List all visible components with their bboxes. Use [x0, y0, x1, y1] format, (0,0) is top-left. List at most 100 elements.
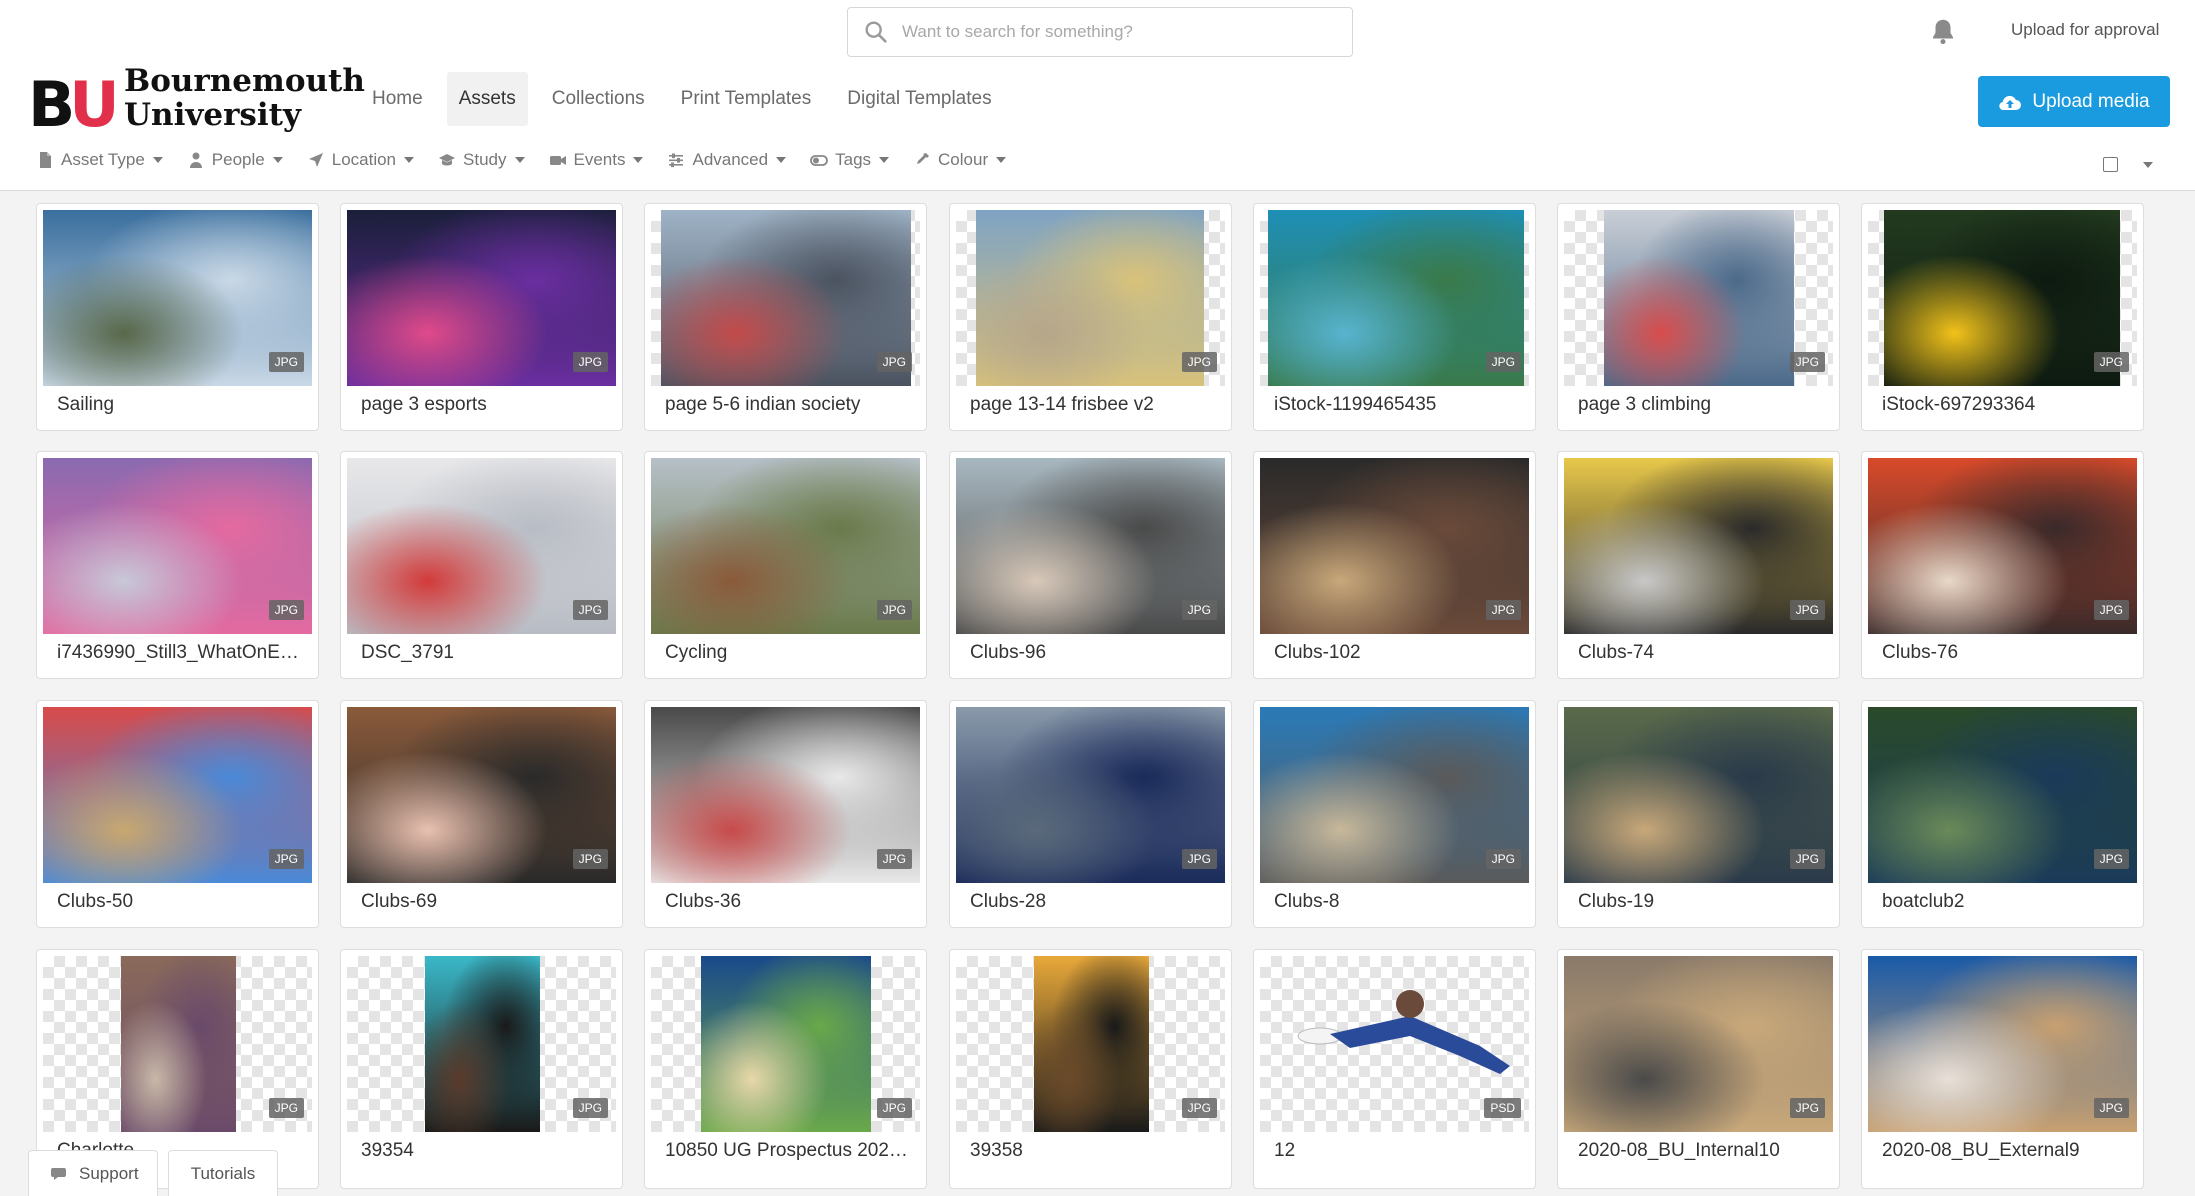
- asset-thumbnail[interactable]: JPG: [1868, 707, 2137, 883]
- asset-thumbnail[interactable]: JPG: [1868, 210, 2137, 386]
- asset-name: iStock-1199465435: [1274, 394, 1437, 415]
- asset-card[interactable]: JPG Clubs-74: [1557, 451, 1840, 679]
- asset-card[interactable]: JPG Clubs-102: [1253, 451, 1536, 679]
- asset-photo: [701, 956, 871, 1132]
- asset-name: Clubs-8: [1274, 891, 1340, 912]
- asset-card[interactable]: JPG 2020-08_BU_External9: [1861, 949, 2144, 1189]
- file-type-badge: JPG: [1181, 352, 1217, 372]
- asset-card[interactable]: JPG page 3 climbing: [1557, 203, 1840, 431]
- asset-thumbnail[interactable]: JPG: [347, 210, 616, 386]
- asset-thumbnail[interactable]: JPG: [1260, 707, 1529, 883]
- asset-card[interactable]: JPG i7436990_Still3_WhatOnE…: [36, 451, 319, 679]
- asset-name: Clubs-102: [1274, 642, 1361, 663]
- asset-name: Clubs-19: [1578, 891, 1655, 912]
- asset-thumbnail[interactable]: JPG: [1868, 458, 2137, 634]
- asset-name: Clubs-74: [1578, 642, 1655, 663]
- asset-card[interactable]: JPG 39358: [949, 949, 1232, 1189]
- file-type-badge: JPG: [1789, 1098, 1825, 1118]
- asset-thumbnail[interactable]: JPG: [43, 956, 312, 1132]
- asset-name: DSC_3791: [361, 642, 454, 663]
- asset-photo: [661, 210, 911, 386]
- file-type-badge: JPG: [572, 352, 608, 372]
- file-type-badge: JPG: [268, 600, 304, 620]
- asset-card[interactable]: JPG Clubs-69: [340, 700, 623, 928]
- file-type-badge: JPG: [1181, 849, 1217, 869]
- file-type-badge: JPG: [572, 849, 608, 869]
- asset-photo: [425, 956, 540, 1132]
- asset-card[interactable]: JPG Clubs-19: [1557, 700, 1840, 928]
- asset-thumbnail[interactable]: JPG: [347, 956, 616, 1132]
- file-type-badge: JPG: [2093, 600, 2129, 620]
- asset-thumbnail[interactable]: JPG: [347, 458, 616, 634]
- file-type-badge: JPG: [2093, 1098, 2129, 1118]
- asset-thumbnail[interactable]: JPG: [651, 210, 920, 386]
- file-type-badge: JPG: [876, 1098, 912, 1118]
- asset-name: 2020-08_BU_Internal10: [1578, 1140, 1780, 1161]
- tutorials-tab[interactable]: Tutorials: [168, 1150, 278, 1196]
- asset-card[interactable]: PSD 12: [1253, 949, 1536, 1189]
- asset-card[interactable]: JPG 10850 UG Prospectus 202…: [644, 949, 927, 1189]
- asset-card[interactable]: JPG Cycling: [644, 451, 927, 679]
- asset-card[interactable]: JPG iStock-1199465435: [1253, 203, 1536, 431]
- asset-thumbnail[interactable]: JPG: [43, 458, 312, 634]
- asset-photo: [1604, 210, 1794, 386]
- asset-card[interactable]: JPG boatclub2: [1861, 700, 2144, 928]
- asset-name: Clubs-69: [361, 891, 438, 912]
- asset-thumbnail[interactable]: JPG: [1564, 956, 1833, 1132]
- asset-thumbnail[interactable]: JPG: [956, 210, 1225, 386]
- file-type-badge: JPG: [268, 352, 304, 372]
- asset-card[interactable]: JPG Clubs-76: [1861, 451, 2144, 679]
- asset-card[interactable]: JPG 2020-08_BU_Internal10: [1557, 949, 1840, 1189]
- asset-name: page 5-6 indian society: [665, 394, 861, 415]
- asset-card[interactable]: JPG page 5-6 indian society: [644, 203, 927, 431]
- file-type-badge: JPG: [876, 849, 912, 869]
- asset-card[interactable]: JPG Sailing: [36, 203, 319, 431]
- asset-name: 2020-08_BU_External9: [1882, 1140, 2080, 1161]
- asset-thumbnail[interactable]: PSD: [1260, 956, 1529, 1132]
- asset-thumbnail[interactable]: JPG: [1260, 210, 1529, 386]
- asset-card[interactable]: JPG Clubs-8: [1253, 700, 1536, 928]
- asset-name: Clubs-50: [57, 891, 134, 912]
- asset-thumbnail[interactable]: JPG: [1564, 707, 1833, 883]
- asset-name: Clubs-96: [970, 642, 1047, 663]
- asset-thumbnail[interactable]: JPG: [651, 458, 920, 634]
- asset-photo: [1884, 210, 2120, 386]
- support-tab[interactable]: Support: [28, 1150, 158, 1196]
- asset-thumbnail[interactable]: JPG: [651, 707, 920, 883]
- file-type-badge: JPG: [268, 1098, 304, 1118]
- asset-thumbnail[interactable]: JPG: [347, 707, 616, 883]
- asset-card[interactable]: JPG Clubs-50: [36, 700, 319, 928]
- asset-photo: [121, 956, 236, 1132]
- asset-name: Cycling: [665, 642, 728, 663]
- asset-thumbnail[interactable]: JPG: [43, 210, 312, 386]
- asset-name: boatclub2: [1882, 891, 1965, 912]
- asset-thumbnail[interactable]: JPG: [1868, 956, 2137, 1132]
- asset-card[interactable]: JPG Clubs-28: [949, 700, 1232, 928]
- asset-name: Sailing: [57, 394, 115, 415]
- asset-thumbnail[interactable]: JPG: [956, 956, 1225, 1132]
- asset-thumbnail[interactable]: JPG: [956, 707, 1225, 883]
- asset-card[interactable]: JPG 39354: [340, 949, 623, 1189]
- asset-thumbnail[interactable]: JPG: [956, 458, 1225, 634]
- asset-name: page 3 climbing: [1578, 394, 1712, 415]
- asset-name: Clubs-36: [665, 891, 742, 912]
- asset-card[interactable]: JPG Clubs-96: [949, 451, 1232, 679]
- asset-thumbnail[interactable]: JPG: [1564, 210, 1833, 386]
- asset-card[interactable]: JPG page 13-14 frisbee v2: [949, 203, 1232, 431]
- asset-thumbnail[interactable]: JPG: [43, 707, 312, 883]
- file-type-badge: JPG: [1789, 849, 1825, 869]
- asset-card[interactable]: JPG iStock-697293364: [1861, 203, 2144, 431]
- tutorials-label: Tutorials: [190, 1163, 256, 1183]
- asset-card[interactable]: JPG Clubs-36: [644, 700, 927, 928]
- asset-name: i7436990_Still3_WhatOnE…: [57, 642, 299, 663]
- asset-name: 10850 UG Prospectus 202…: [665, 1140, 908, 1161]
- asset-name: 39358: [970, 1140, 1023, 1161]
- asset-thumbnail[interactable]: JPG: [1260, 458, 1529, 634]
- asset-thumbnail[interactable]: JPG: [1564, 458, 1833, 634]
- asset-name: page 3 esports: [361, 394, 487, 415]
- asset-thumbnail[interactable]: JPG: [651, 956, 920, 1132]
- asset-photo: [1034, 956, 1149, 1132]
- asset-card[interactable]: JPG page 3 esports: [340, 203, 623, 431]
- asset-card[interactable]: JPG DSC_3791: [340, 451, 623, 679]
- file-type-badge: JPG: [876, 352, 912, 372]
